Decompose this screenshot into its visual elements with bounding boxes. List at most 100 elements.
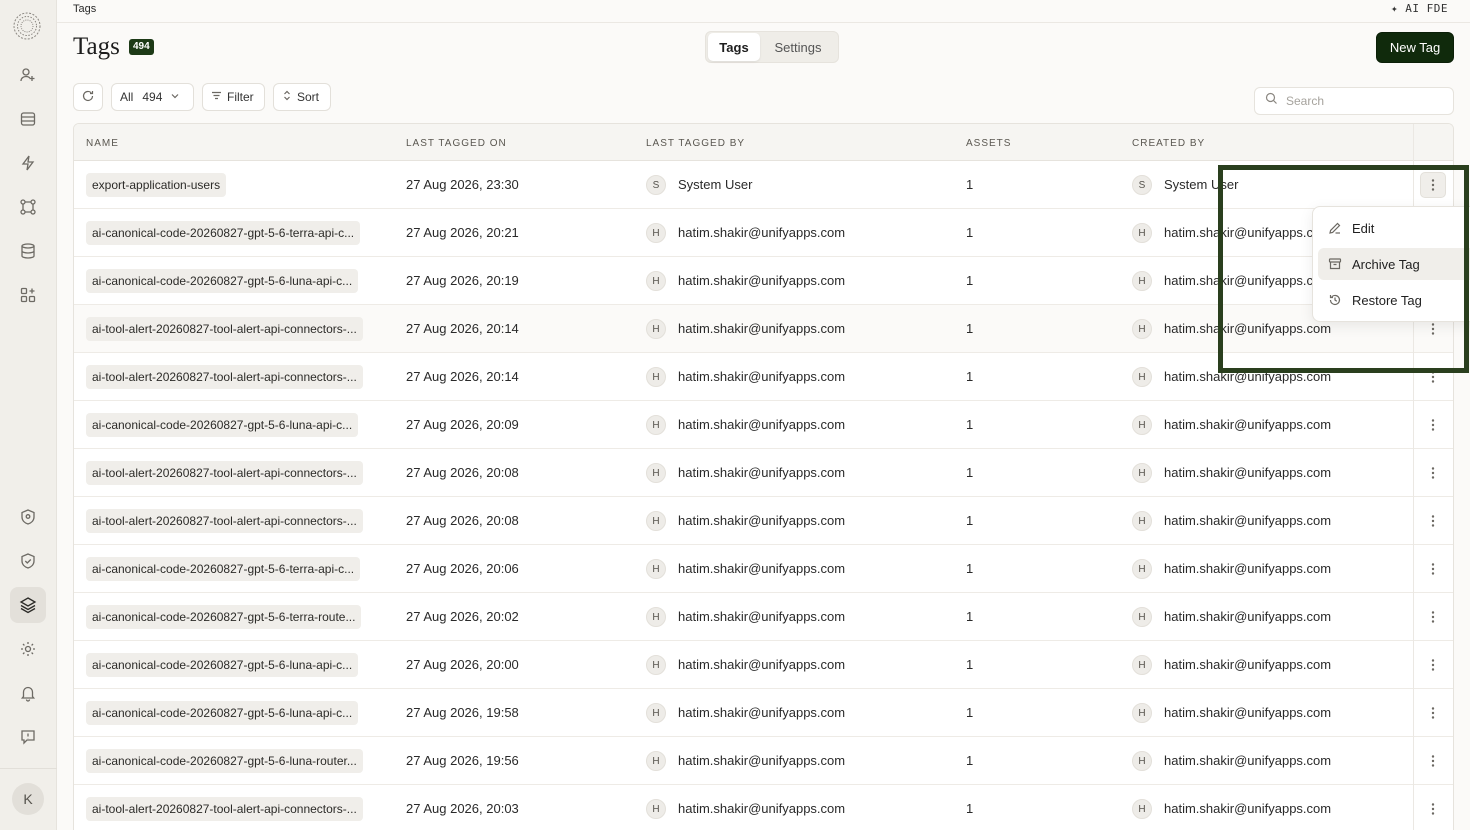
table-row[interactable]: ai-canonical-code-20260827-gpt-5-6-luna-… — [74, 641, 1453, 689]
table-row[interactable]: ai-canonical-code-20260827-gpt-5-6-terra… — [74, 593, 1453, 641]
bell-icon[interactable] — [17, 682, 39, 704]
last-tagged-by: hatim.shakir@unifyapps.com — [678, 321, 846, 336]
tag-name-pill[interactable]: export-application-users — [86, 173, 227, 197]
tagged-by-avatar: H — [646, 271, 666, 291]
table-header: NAME LAST TAGGED ON LAST TAGGED BY ASSET… — [74, 124, 1453, 161]
tag-name-pill[interactable]: ai-canonical-code-20260827-gpt-5-6-luna-… — [86, 413, 359, 437]
last-tagged-on: 27 Aug 2026, 20:21 — [406, 225, 519, 240]
tagged-by-avatar: H — [646, 703, 666, 723]
tag-name-pill[interactable]: ai-canonical-code-20260827-gpt-5-6-terra… — [86, 221, 361, 245]
shield-icon[interactable] — [17, 506, 39, 528]
last-tagged-on: 27 Aug 2026, 23:30 — [406, 177, 519, 192]
tag-name-pill[interactable]: ai-canonical-code-20260827-gpt-5-6-luna-… — [86, 749, 363, 773]
tagged-by-avatar: H — [646, 415, 666, 435]
table-row[interactable]: ai-tool-alert-20260827-tool-alert-api-co… — [74, 497, 1453, 545]
tab-settings[interactable]: Settings — [760, 33, 836, 61]
menu-item-edit[interactable]: Edit — [1318, 212, 1470, 244]
table-row[interactable]: ai-tool-alert-20260827-tool-alert-api-co… — [74, 305, 1453, 353]
assets-count: 1 — [966, 465, 974, 480]
app-logo-icon[interactable] — [11, 10, 43, 42]
row-actions-kebab-icon[interactable] — [1420, 172, 1446, 198]
shield-check-icon[interactable] — [17, 550, 39, 572]
tag-name-pill[interactable]: ai-canonical-code-20260827-gpt-5-6-luna-… — [86, 701, 359, 725]
breadcrumb: Tags — [73, 3, 97, 15]
bolt-icon[interactable] — [17, 152, 39, 174]
created-by: hatim.shakir@unifyapps.com — [1164, 513, 1332, 528]
row-actions-kebab-icon[interactable] — [1420, 748, 1446, 774]
last-tagged-on: 27 Aug 2026, 20:03 — [406, 801, 519, 816]
ai-fde-button[interactable]: ✦ AI FDE — [1391, 2, 1448, 15]
created-by-avatar: H — [1132, 223, 1152, 243]
last-tagged-by: hatim.shakir@unifyapps.com — [678, 753, 846, 768]
apps-icon[interactable] — [17, 284, 39, 306]
row-actions-menu: Edit Archive Tag Restore Tag — [1312, 206, 1470, 322]
table-row[interactable]: ai-tool-alert-20260827-tool-alert-api-co… — [74, 449, 1453, 497]
created-by: hatim.shakir@unifyapps.com — [1164, 369, 1332, 384]
tagged-by-avatar: H — [646, 367, 666, 387]
table-row[interactable]: ai-tool-alert-20260827-tool-alert-api-co… — [74, 785, 1453, 830]
gear-icon[interactable] — [17, 638, 39, 660]
tag-name-pill[interactable]: ai-canonical-code-20260827-gpt-5-6-terra… — [86, 605, 362, 629]
filter-button[interactable]: Filter — [202, 83, 265, 111]
tag-name-pill[interactable]: ai-tool-alert-20260827-tool-alert-api-co… — [86, 509, 363, 533]
tag-name-pill[interactable]: ai-canonical-code-20260827-gpt-5-6-luna-… — [86, 653, 359, 677]
column-header-assets[interactable]: ASSETS — [966, 138, 1011, 149]
table-icon[interactable] — [17, 108, 39, 130]
users-icon[interactable] — [17, 64, 39, 86]
tag-name-pill[interactable]: ai-tool-alert-20260827-tool-alert-api-co… — [86, 797, 363, 821]
row-actions-kebab-icon[interactable] — [1420, 460, 1446, 486]
row-actions-kebab-icon[interactable] — [1420, 364, 1446, 390]
table-row[interactable]: ai-tool-alert-20260827-tool-alert-api-co… — [74, 353, 1453, 401]
search-box[interactable] — [1254, 87, 1454, 115]
row-actions-kebab-icon[interactable] — [1420, 700, 1446, 726]
all-label: All — [120, 90, 134, 104]
menu-item-restore-tag[interactable]: Restore Tag — [1318, 284, 1470, 316]
search-input[interactable] — [1286, 94, 1436, 108]
last-tagged-on: 27 Aug 2026, 19:56 — [406, 753, 519, 768]
column-header-created-by[interactable]: CREATED BY — [1132, 138, 1205, 149]
tag-name-pill[interactable]: ai-tool-alert-20260827-tool-alert-api-co… — [86, 365, 363, 389]
main-content: Tags ✦ AI FDE Tags 494 Tags Settings New… — [57, 0, 1470, 830]
row-actions-kebab-icon[interactable] — [1420, 796, 1446, 822]
workflow-icon[interactable] — [17, 196, 39, 218]
filter-icon — [211, 90, 222, 104]
column-header-last-tagged-on[interactable]: LAST TAGGED ON — [406, 138, 507, 149]
tag-name-pill[interactable]: ai-tool-alert-20260827-tool-alert-api-co… — [86, 461, 363, 485]
table-row[interactable]: ai-canonical-code-20260827-gpt-5-6-terra… — [74, 209, 1453, 257]
table-row[interactable]: ai-canonical-code-20260827-gpt-5-6-luna-… — [74, 257, 1453, 305]
feedback-icon[interactable] — [17, 726, 39, 748]
tag-count-badge: 494 — [129, 39, 154, 55]
table-row[interactable]: ai-canonical-code-20260827-gpt-5-6-luna-… — [74, 737, 1453, 785]
layers-icon[interactable] — [10, 587, 46, 623]
last-tagged-on: 27 Aug 2026, 20:14 — [406, 369, 519, 384]
tag-name-pill[interactable]: ai-tool-alert-20260827-tool-alert-api-co… — [86, 317, 363, 341]
user-avatar[interactable]: K — [12, 783, 44, 815]
last-tagged-by: hatim.shakir@unifyapps.com — [678, 801, 846, 816]
database-icon[interactable] — [17, 240, 39, 262]
menu-item-archive-tag[interactable]: Archive Tag — [1318, 248, 1470, 280]
table-row[interactable]: ai-canonical-code-20260827-gpt-5-6-terra… — [74, 545, 1453, 593]
created-by-avatar: S — [1132, 175, 1152, 195]
table-row[interactable]: ai-canonical-code-20260827-gpt-5-6-luna-… — [74, 401, 1453, 449]
refresh-button[interactable] — [73, 83, 103, 111]
row-actions-kebab-icon[interactable] — [1420, 556, 1446, 582]
tag-name-pill[interactable]: ai-canonical-code-20260827-gpt-5-6-terra… — [86, 557, 361, 581]
all-filter-dropdown[interactable]: All 494 — [111, 83, 194, 111]
tag-name-pill[interactable]: ai-canonical-code-20260827-gpt-5-6-luna-… — [86, 269, 359, 293]
table-row[interactable]: ai-canonical-code-20260827-gpt-5-6-luna-… — [74, 689, 1453, 737]
row-actions-kebab-icon[interactable] — [1420, 412, 1446, 438]
created-by: hatim.shakir@unifyapps.com — [1164, 417, 1332, 432]
sort-button[interactable]: Sort — [273, 83, 331, 111]
table-row[interactable]: export-application-users 27 Aug 2026, 23:… — [74, 161, 1453, 209]
new-tag-button[interactable]: New Tag — [1376, 32, 1454, 63]
last-tagged-on: 27 Aug 2026, 20:08 — [406, 465, 519, 480]
row-actions-kebab-icon[interactable] — [1420, 604, 1446, 630]
created-by-avatar: H — [1132, 319, 1152, 339]
created-by-avatar: H — [1132, 751, 1152, 771]
last-tagged-on: 27 Aug 2026, 20:09 — [406, 417, 519, 432]
row-actions-kebab-icon[interactable] — [1420, 652, 1446, 678]
column-header-last-tagged-by[interactable]: LAST TAGGED BY — [646, 138, 745, 149]
tab-tags[interactable]: Tags — [708, 33, 760, 61]
row-actions-kebab-icon[interactable] — [1420, 508, 1446, 534]
column-header-name[interactable]: NAME — [86, 138, 119, 149]
